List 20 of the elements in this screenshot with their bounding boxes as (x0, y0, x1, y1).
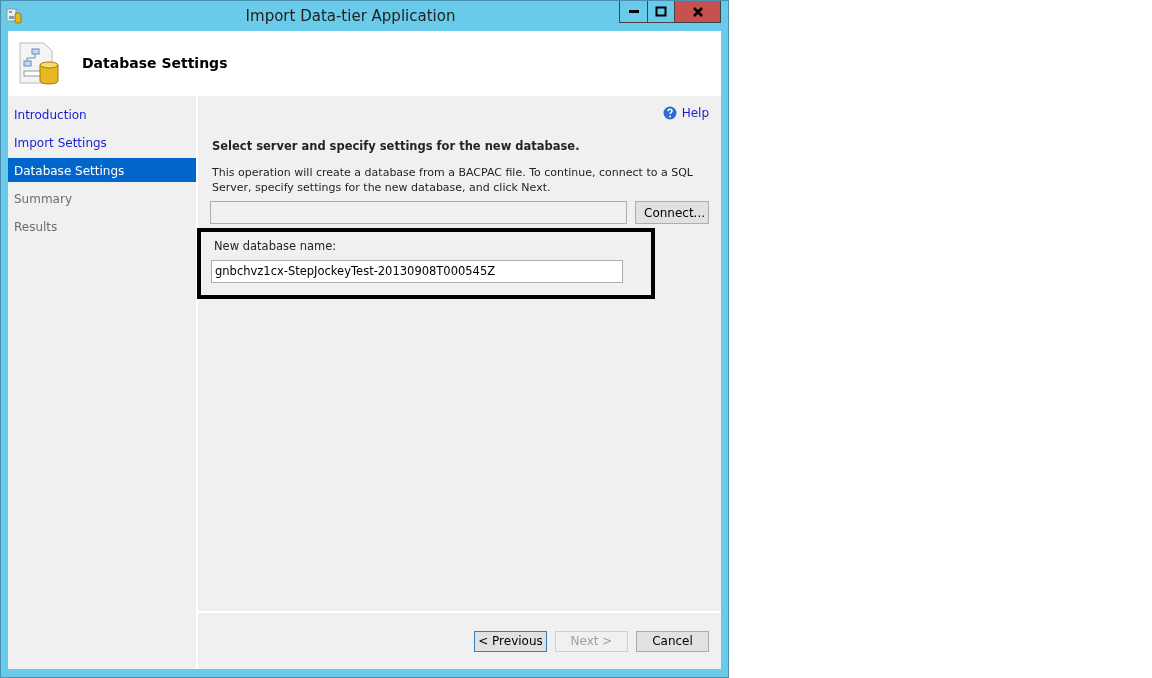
close-button[interactable] (674, 1, 720, 22)
page-title: Database Settings (82, 54, 228, 73)
section-heading: Select server and specify settings for the new database. (212, 138, 581, 155)
description-text: This operation will create a database from a BACPAC file. To continue, connect to a SQL Server, specify settings for the new database, and click Next. (212, 165, 694, 196)
sidebar-item[interactable]: Summary (8, 186, 196, 210)
window-title: Import Data-tier Application (244, 5, 457, 27)
database-name-field[interactable]: gnbchvz1cx-StepJockeyTest-20130908T000545Z (211, 259, 623, 283)
wizard-button[interactable]: < Previous (474, 630, 547, 652)
sidebar-item[interactable]: Import Settings (8, 130, 196, 154)
maximize-icon (654, 5, 668, 18)
sidebar-item[interactable]: Results (8, 214, 196, 238)
app-icon (6, 8, 22, 24)
help-link[interactable]: Help (210, 104, 709, 122)
connect-button[interactable]: Connect... (635, 201, 709, 225)
sidebar-item[interactable]: Introduction (8, 102, 196, 126)
help-icon (662, 106, 677, 120)
field-label: New database name: (214, 238, 338, 256)
close-icon (690, 5, 705, 18)
sidebar-item[interactable]: Database Settings (8, 158, 196, 182)
wizard-button[interactable]: Cancel (636, 630, 709, 652)
